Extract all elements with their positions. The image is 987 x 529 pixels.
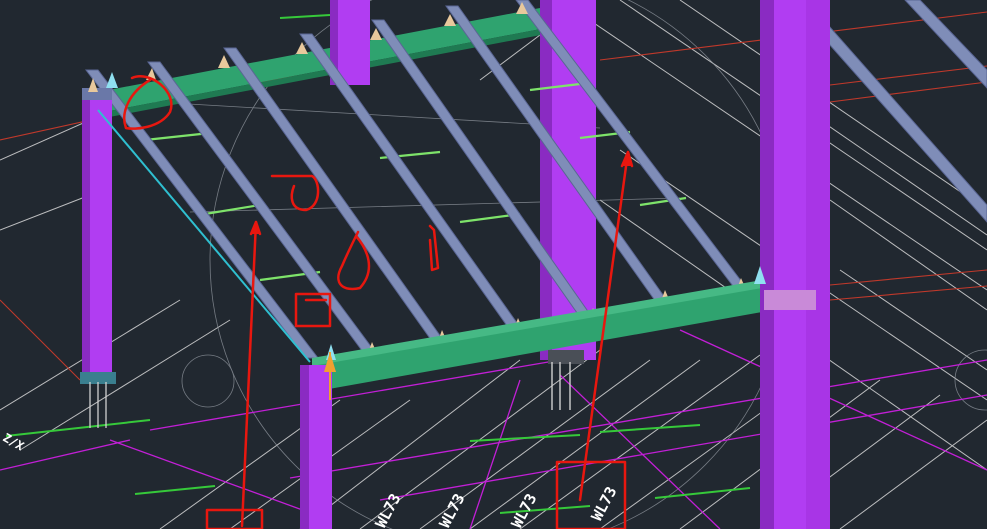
column-cap-left (106, 72, 118, 88)
markup-arrowhead-2 (620, 150, 634, 168)
markup-stroke-1 (428, 224, 440, 272)
steel-frame-model[interactable]: WL73 WL73 WL73 WL73 Z/X (0, 0, 987, 529)
markup-box-1 (294, 292, 332, 328)
cad-3d-viewport[interactable]: WL73 WL73 WL73 WL73 Z/X (0, 0, 987, 529)
markup-arrowhead-1 (249, 220, 262, 236)
left-column[interactable] (80, 88, 116, 428)
front-left-column[interactable] (300, 344, 336, 529)
purlin-1 (84, 69, 320, 359)
bay-label-2: WL73 (436, 491, 469, 529)
front-right-column[interactable] (754, 0, 830, 529)
markup-hook-1 (270, 174, 320, 212)
